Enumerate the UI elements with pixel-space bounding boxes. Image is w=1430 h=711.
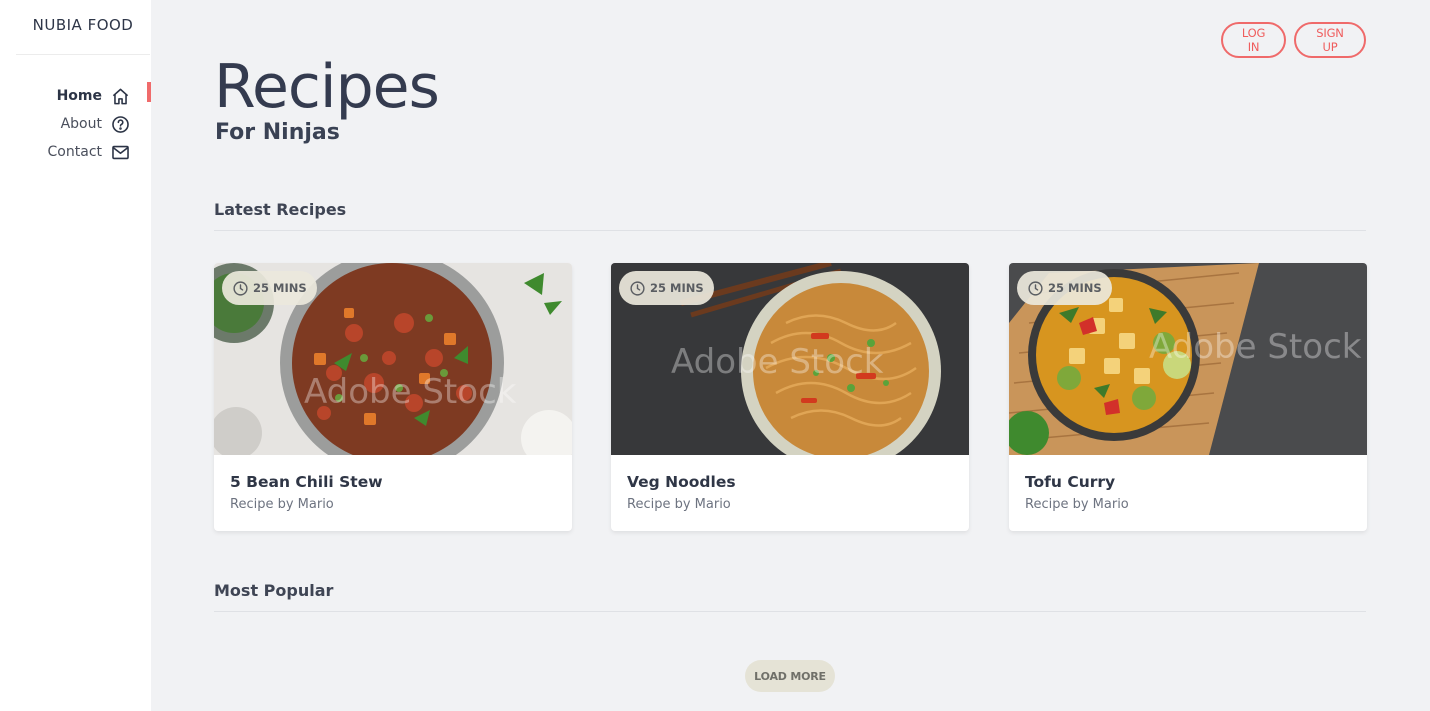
recipe-author: Recipe by Mario (627, 497, 731, 512)
nav-item-label: About (60, 116, 102, 132)
clock-icon (1028, 280, 1043, 296)
time-badge: 25 MINS (619, 271, 714, 305)
load-more-button[interactable]: LOAD MORE (745, 660, 835, 692)
nav-item-label: Contact (47, 144, 102, 160)
recipe-card[interactable]: Adobe Stock 25 MINS Tofu Curry Recipe by… (1009, 263, 1367, 531)
nav-item-contact[interactable]: Contact (0, 138, 151, 166)
sidebar: NUBIA FOOD Home About Contact (0, 0, 151, 711)
section-title-popular: Most Popular (214, 581, 334, 600)
active-indicator (147, 82, 151, 102)
envelope-icon (110, 142, 130, 162)
clock-icon (233, 280, 248, 296)
nav-item-home[interactable]: Home (0, 82, 151, 110)
time-label: 25 MINS (1048, 281, 1102, 295)
signup-button[interactable]: SIGN UP (1294, 22, 1366, 58)
section-divider (214, 611, 1366, 612)
recipe-card[interactable]: Adobe Stock 25 MINS Veg Noodles Recipe b… (611, 263, 969, 531)
question-circle-icon (110, 114, 130, 134)
time-badge: 25 MINS (1017, 271, 1112, 305)
recipe-title[interactable]: 5 Bean Chili Stew (230, 473, 383, 491)
svg-text:Adobe Stock: Adobe Stock (671, 342, 884, 382)
section-divider (214, 230, 1366, 231)
recipe-card[interactable]: Adobe Stock 25 MINS 5 Bean Chili Stew Re… (214, 263, 572, 531)
recipe-author: Recipe by Mario (1025, 497, 1129, 512)
login-button[interactable]: LOG IN (1221, 22, 1286, 58)
svg-text:Adobe Stock: Adobe Stock (304, 372, 517, 412)
brand-logo[interactable]: NUBIA FOOD (16, 16, 150, 34)
recipe-title[interactable]: Veg Noodles (627, 473, 736, 491)
svg-text:Adobe Stock: Adobe Stock (1149, 327, 1362, 367)
recipe-title[interactable]: Tofu Curry (1025, 473, 1115, 491)
section-title-latest: Latest Recipes (214, 200, 347, 219)
brand-divider (16, 54, 150, 55)
time-badge: 25 MINS (222, 271, 317, 305)
page-subtitle: For Ninjas (215, 120, 340, 145)
clock-icon (630, 280, 645, 296)
auth-buttons: LOG IN SIGN UP (1221, 22, 1366, 58)
sidebar-nav: Home About Contact (0, 82, 151, 166)
time-label: 25 MINS (253, 281, 307, 295)
home-icon (110, 86, 130, 106)
time-label: 25 MINS (650, 281, 704, 295)
nav-item-label: Home (56, 88, 102, 104)
page-title: Recipes (214, 52, 440, 122)
nav-item-about[interactable]: About (0, 110, 151, 138)
recipe-author: Recipe by Mario (230, 497, 334, 512)
